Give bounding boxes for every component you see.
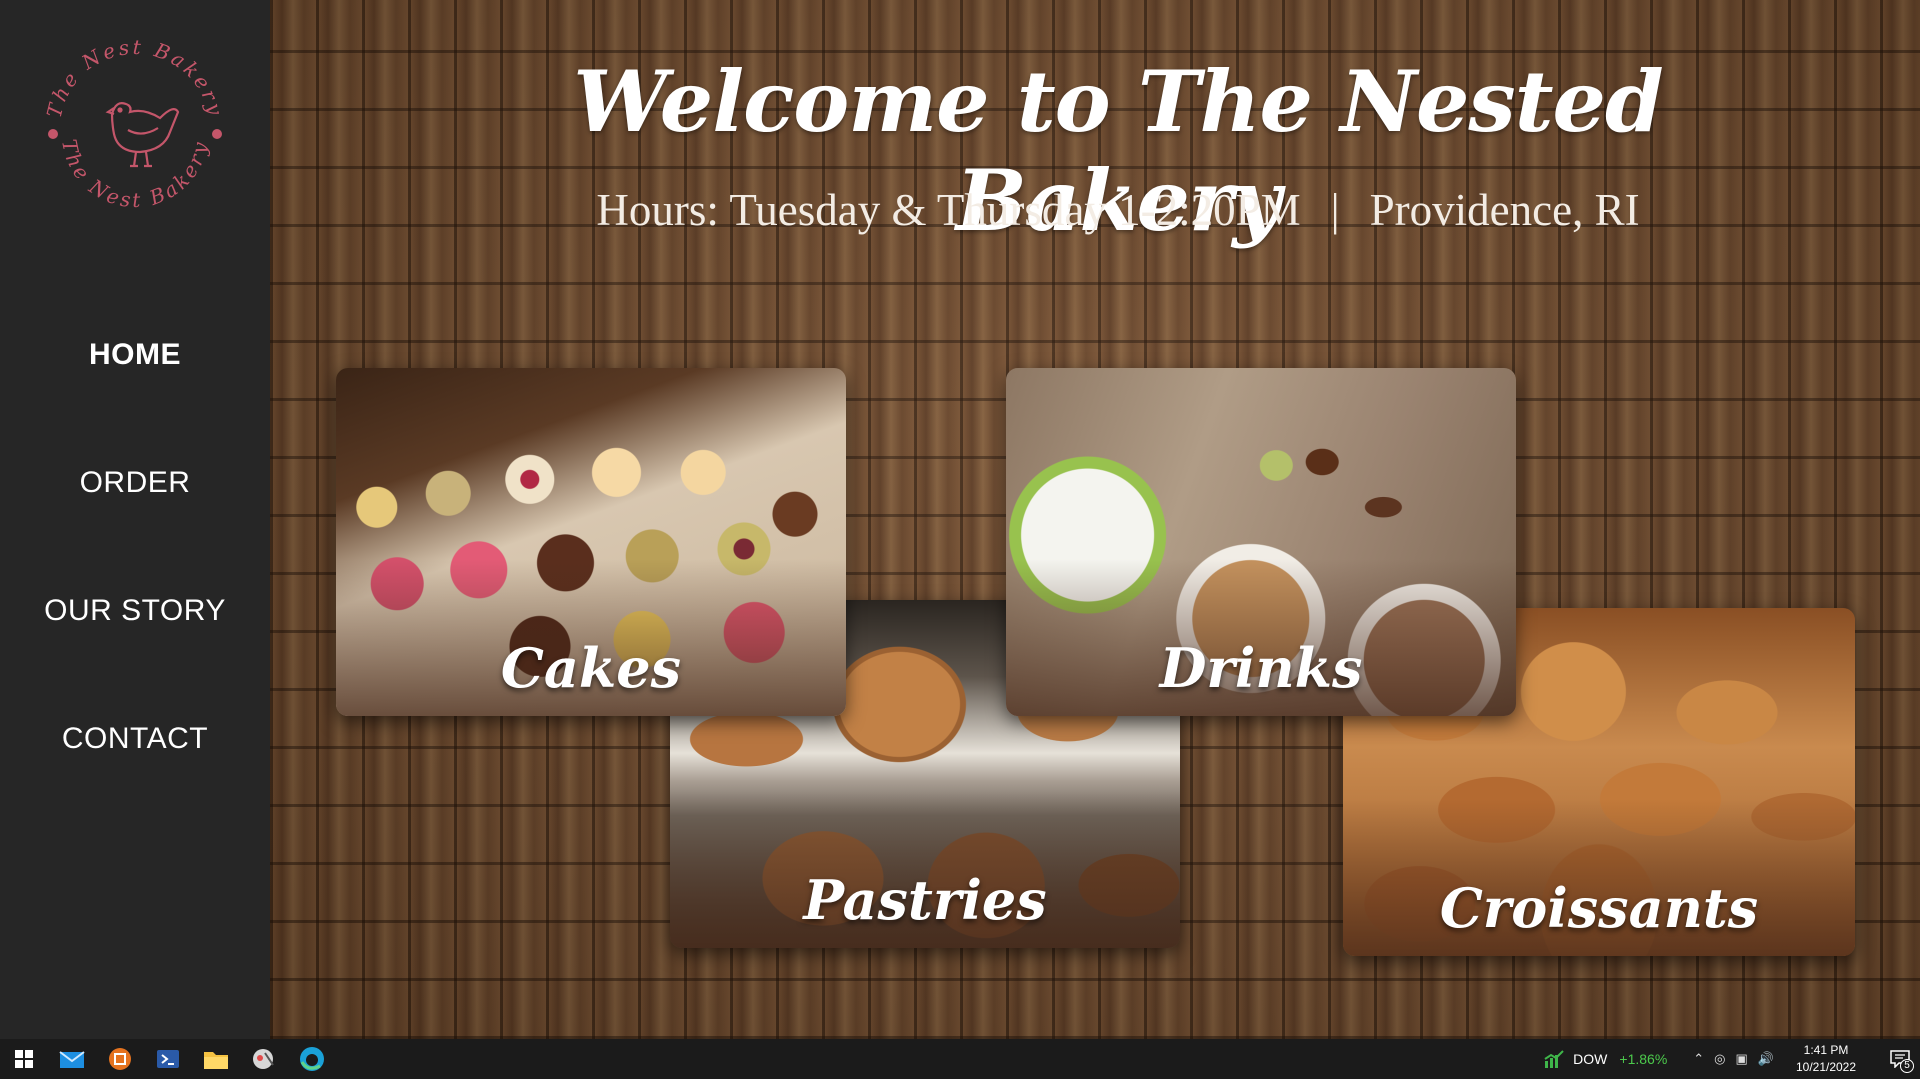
powershell-icon[interactable] <box>144 1039 192 1079</box>
nav-contact[interactable]: CONTACT <box>0 704 270 832</box>
tray-icons: ⌃ ◎ ▣ 🔊 <box>1693 1051 1774 1067</box>
clock-time: 1:41 PM <box>1803 1043 1849 1057</box>
card-drinks[interactable]: Drinks <box>1006 368 1516 716</box>
card-drinks-label: Drinks <box>1159 636 1363 700</box>
stock-ticker[interactable]: DOW +1.86% <box>1543 1049 1667 1069</box>
taskbar: DOW +1.86% ⌃ ◎ ▣ 🔊 1:41 PM 10/21/2022 5 <box>0 1039 1920 1079</box>
edge-browser-icon[interactable] <box>288 1039 336 1079</box>
meet-now-icon[interactable]: ◎ <box>1714 1051 1725 1067</box>
separator: | <box>1330 185 1340 235</box>
notification-center[interactable]: 5 <box>1880 1039 1920 1079</box>
chevron-up-icon[interactable]: ⌃ <box>1693 1051 1704 1067</box>
ticker-name: DOW <box>1573 1051 1608 1067</box>
card-cakes[interactable]: Cakes <box>336 368 846 716</box>
nav-home[interactable]: HOME <box>0 320 270 448</box>
main-nav: HOME ORDER OUR STORY CONTACT <box>0 320 270 832</box>
svg-text:The Nest Bakery: The Nest Bakery <box>57 137 213 212</box>
hours-location-line: Hours: Tuesday & Thursday 1-2:20PM | Provi… <box>518 184 1718 236</box>
snipping-tool-icon[interactable] <box>240 1039 288 1079</box>
file-explorer-icon[interactable] <box>192 1039 240 1079</box>
app-orange-icon[interactable] <box>96 1039 144 1079</box>
clock[interactable]: 1:41 PM 10/21/2022 <box>1786 1042 1866 1076</box>
nav-order[interactable]: ORDER <box>0 448 270 576</box>
stock-chart-icon <box>1544 1050 1564 1068</box>
system-tray: DOW +1.86% ⌃ ◎ ▣ 🔊 1:41 PM 10/21/2022 5 <box>1543 1039 1920 1079</box>
sidebar: The Nest Bakery The Nest Bakery HOME ORD… <box>0 0 270 1039</box>
hen-icon <box>105 102 180 168</box>
network-icon[interactable]: ▣ <box>1736 1051 1748 1067</box>
card-cakes-label: Cakes <box>500 636 682 700</box>
location-text: Providence, RI <box>1369 185 1640 235</box>
main-content: Welcome to The Nested Bakery Hours: Tues… <box>270 0 1920 1039</box>
clock-date: 10/21/2022 <box>1795 1060 1857 1074</box>
ticker-change: +1.86% <box>1619 1051 1668 1067</box>
bakery-logo[interactable]: The Nest Bakery The Nest Bakery <box>40 34 230 224</box>
hours-text: Hours: Tuesday & Thursday 1-2:20PM <box>596 185 1301 235</box>
windows-start-icon[interactable] <box>0 1039 48 1079</box>
card-croissants-label: Croissants <box>1439 876 1759 940</box>
card-pastries-label: Pastries <box>803 868 1047 932</box>
nav-our-story[interactable]: OUR STORY <box>0 576 270 704</box>
notification-count: 5 <box>1900 1059 1914 1073</box>
mail-icon[interactable] <box>48 1039 96 1079</box>
svg-text:The Nest Bakery: The Nest Bakery <box>42 35 228 120</box>
volume-icon[interactable]: 🔊 <box>1758 1051 1774 1067</box>
